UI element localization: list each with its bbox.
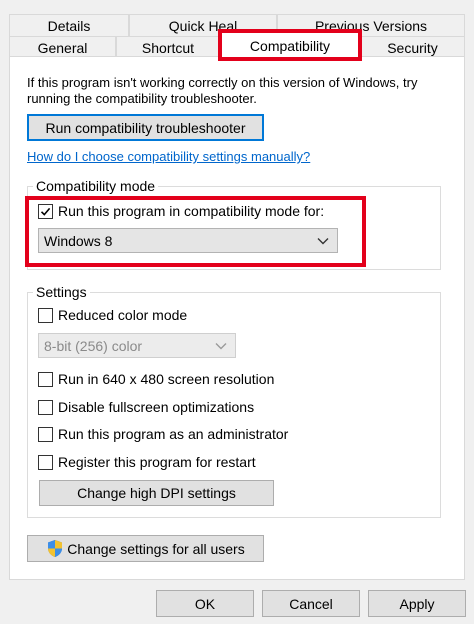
tab-shortcut[interactable]: Shortcut: [116, 36, 220, 58]
os-select-value: Windows 8: [44, 232, 113, 249]
tab-security[interactable]: Security: [360, 36, 465, 58]
change-dpi-button[interactable]: Change high DPI settings: [39, 480, 274, 506]
ok-button[interactable]: OK: [156, 590, 254, 617]
intro-line-2: running the compatibility troubleshooter…: [27, 91, 257, 106]
run-admin-label: Run this program as an administrator: [58, 426, 289, 442]
register-restart-label: Register this program for restart: [58, 454, 256, 470]
tab-compatibility[interactable]: Compatibility: [220, 32, 360, 58]
run-troubleshooter-button[interactable]: Run compatibility troubleshooter: [27, 114, 264, 141]
tab-details[interactable]: Details: [9, 14, 129, 36]
chevron-down-icon: [215, 342, 227, 349]
res-640-label: Run in 640 x 480 screen resolution: [58, 371, 275, 387]
reduced-color-row[interactable]: Reduced color mode: [38, 307, 187, 323]
run-admin-checkbox[interactable]: [38, 426, 53, 442]
uac-shield-icon: [48, 540, 63, 557]
compatibility-mode-legend: Compatibility mode: [33, 178, 159, 194]
color-depth-select: 8-bit (256) color: [38, 333, 236, 358]
compat-mode-checkbox[interactable]: [38, 203, 53, 219]
disable-fullscreen-row[interactable]: Disable fullscreen optimizations: [38, 399, 254, 415]
color-depth-value: 8-bit (256) color: [44, 337, 143, 354]
tab-general[interactable]: General: [9, 36, 116, 58]
cancel-button[interactable]: Cancel: [262, 590, 360, 617]
res-640-checkbox[interactable]: [38, 371, 53, 387]
check-icon: [40, 207, 51, 216]
chevron-down-icon: [317, 237, 329, 244]
help-link[interactable]: How do I choose compatibility settings m…: [27, 149, 310, 164]
intro-line-1: If this program isn't working correctly …: [27, 75, 418, 90]
compat-mode-label: Run this program in compatibility mode f…: [58, 203, 325, 219]
register-restart-checkbox[interactable]: [38, 454, 53, 470]
change-all-users-button[interactable]: Change settings for all users: [27, 535, 264, 562]
apply-button[interactable]: Apply: [368, 590, 466, 617]
settings-legend: Settings: [33, 284, 90, 300]
compat-mode-checkbox-row[interactable]: Run this program in compatibility mode f…: [38, 203, 324, 219]
res-640-row[interactable]: Run in 640 x 480 screen resolution: [38, 371, 274, 387]
register-restart-row[interactable]: Register this program for restart: [38, 454, 256, 470]
disable-fullscreen-label: Disable fullscreen optimizations: [58, 399, 255, 415]
run-admin-row[interactable]: Run this program as an administrator: [38, 426, 288, 442]
os-select[interactable]: Windows 8: [38, 228, 338, 253]
reduced-color-label: Reduced color mode: [58, 307, 188, 323]
disable-fullscreen-checkbox[interactable]: [38, 399, 53, 415]
reduced-color-checkbox[interactable]: [38, 307, 53, 323]
